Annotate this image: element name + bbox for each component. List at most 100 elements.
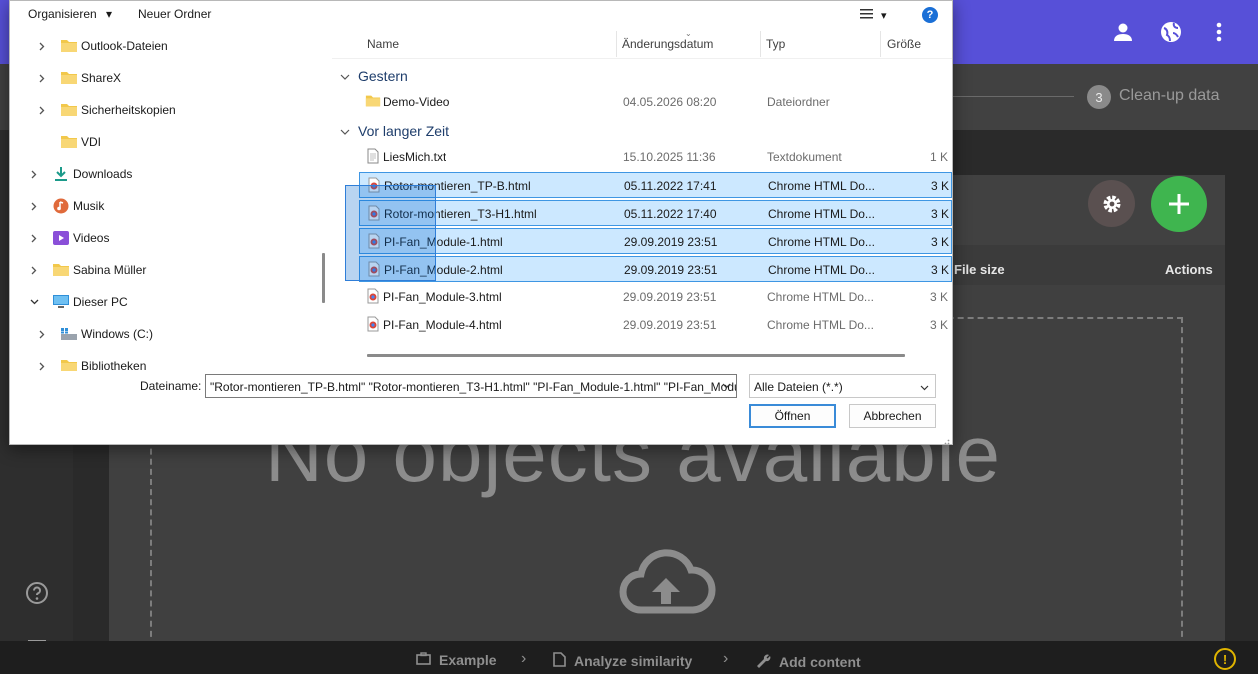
nav-item-bibliotheken[interactable]: Bibliotheken <box>10 351 310 371</box>
chevron-right-icon[interactable] <box>29 265 39 275</box>
filename-label: Dateiname: <box>140 379 202 393</box>
file-size: 1 K <box>930 150 949 164</box>
group-label: Vor langer Zeit <box>358 123 450 139</box>
file-modified: 15.10.2025 11:36 <box>623 150 716 164</box>
chevron-down-icon: ▾ <box>881 9 887 22</box>
file-modified: 29.09.2019 23:51 <box>624 235 718 249</box>
file-size: 3 K <box>930 318 949 332</box>
chevron-right-icon[interactable] <box>37 73 47 83</box>
horizontal-scrollbar[interactable] <box>367 354 905 357</box>
file-type: Chrome HTML Do... <box>768 207 875 221</box>
file-list-header: Name Änderungsdatum ⌄ Typ Größe <box>332 29 952 59</box>
file-row-pi-fan-1[interactable]: PI-Fan_Module-1.html 29.09.2019 23:51 Ch… <box>359 228 952 254</box>
folder-icon <box>60 70 78 86</box>
breadcrumb-chevron-icon: › <box>521 650 527 667</box>
account-icon[interactable] <box>1108 17 1138 47</box>
group-label: Gestern <box>358 68 408 84</box>
nav-item-label: Musik <box>73 199 105 213</box>
breadcrumb-analyze[interactable]: Analyze similarity <box>553 652 692 670</box>
column-divider[interactable] <box>760 31 761 57</box>
file-type: Chrome HTML Do... <box>768 179 875 193</box>
chevron-right-icon[interactable] <box>37 41 47 51</box>
chrome-file-icon <box>365 316 381 332</box>
group-header-gestern[interactable]: Gestern <box>340 68 408 84</box>
cancel-button[interactable]: Abbrechen <box>849 404 936 428</box>
language-globe-icon[interactable] <box>1156 17 1186 47</box>
file-row-pi-fan-2[interactable]: PI-Fan_Module-2.html 29.09.2019 23:51 Ch… <box>359 256 952 282</box>
file-name: PI-Fan_Module-4.html <box>383 318 502 332</box>
step-3-badge[interactable]: 3 <box>1087 85 1111 109</box>
file-row-liesmich[interactable]: LiesMich.txt 15.10.2025 11:36 Textdokume… <box>359 144 952 170</box>
view-options-menu[interactable]: ▾ <box>860 6 900 24</box>
chevron-right-icon[interactable] <box>37 105 47 115</box>
chevron-right-icon[interactable] <box>29 169 39 179</box>
nav-item-sicherheitskopien[interactable]: Sicherheitskopien <box>10 95 310 125</box>
breadcrumb-example[interactable]: Example <box>416 652 497 668</box>
file-type: Textdokument <box>767 150 842 164</box>
chevron-right-icon[interactable] <box>37 361 47 371</box>
help-icon[interactable] <box>24 580 50 606</box>
chrome-file-icon <box>366 261 382 277</box>
computer-icon <box>52 294 70 310</box>
warning-icon[interactable]: ! <box>1214 648 1236 670</box>
new-folder-button[interactable]: Neuer Ordner <box>138 7 211 21</box>
settings-button[interactable] <box>1088 180 1135 227</box>
nav-item-sabina-mueller[interactable]: Sabina Müller <box>10 255 310 285</box>
column-type[interactable]: Typ <box>766 37 785 51</box>
nav-item-windows-c[interactable]: Windows (C:) <box>10 319 310 349</box>
music-icon <box>52 198 70 214</box>
file-type-filter-value: Alle Dateien (*.*) <box>754 380 843 394</box>
file-type: Chrome HTML Do... <box>767 290 874 304</box>
chevron-right-icon[interactable] <box>29 233 39 243</box>
column-actions: Actions <box>1165 262 1213 277</box>
nav-item-dieser-pc[interactable]: Dieser PC <box>10 287 310 317</box>
organize-menu[interactable]: Organisieren ▾ <box>28 7 112 21</box>
file-name: PI-Fan_Module-3.html <box>383 290 502 304</box>
more-vert-icon[interactable] <box>1204 17 1234 47</box>
nav-item-downloads[interactable]: Downloads <box>10 159 310 189</box>
file-type-filter[interactable]: Alle Dateien (*.*) <box>749 374 936 398</box>
group-header-vor-langer-zeit[interactable]: Vor langer Zeit <box>340 123 449 139</box>
filename-value: "Rotor-montieren_TP-B.html" "Rotor-monti… <box>210 380 737 394</box>
nav-scrollbar[interactable] <box>322 253 325 303</box>
wrench-icon <box>755 652 771 671</box>
column-file-size[interactable]: File size <box>954 262 1005 277</box>
step-3-label[interactable]: Clean-up data <box>1119 87 1220 105</box>
column-name[interactable]: Name <box>367 37 399 51</box>
dialog-toolbar: Organisieren ▾ Neuer Ordner ▾ ? <box>10 1 952 29</box>
open-button[interactable]: Öffnen <box>749 404 836 428</box>
nav-item-vdi[interactable]: VDI <box>10 127 310 157</box>
column-divider[interactable] <box>880 31 881 57</box>
file-row-rotor-tp-b[interactable]: Rotor-montieren_TP-B.html 05.11.2022 17:… <box>359 172 952 198</box>
resize-grip-icon[interactable] <box>942 434 950 445</box>
file-size: 3 K <box>930 290 949 304</box>
file-name: PI-Fan_Module-1.html <box>384 235 503 249</box>
chevron-right-icon[interactable] <box>37 329 47 339</box>
file-size: 3 K <box>931 263 950 277</box>
column-size[interactable]: Größe <box>887 37 921 51</box>
add-object-button[interactable] <box>1151 176 1207 232</box>
nav-item-videos[interactable]: Videos <box>10 223 310 253</box>
file-row-demo-video[interactable]: Demo-Video 04.05.2026 08:20 Dateiordner <box>359 89 952 115</box>
chevron-down-icon[interactable] <box>719 379 733 393</box>
nav-item-outlook-dateien[interactable]: Outlook-Dateien <box>10 31 310 61</box>
file-list[interactable]: Name Änderungsdatum ⌄ Typ Größe Gestern … <box>332 29 952 371</box>
column-divider[interactable] <box>616 31 617 57</box>
chevron-right-icon[interactable] <box>29 201 39 211</box>
filename-input[interactable]: "Rotor-montieren_TP-B.html" "Rotor-monti… <box>205 374 737 398</box>
navigation-pane[interactable]: Outlook-Dateien ShareX Sicherheitskopien… <box>10 31 323 371</box>
chrome-file-icon <box>365 288 381 304</box>
breadcrumb-add-content[interactable]: Add content <box>755 652 861 671</box>
nav-item-musik[interactable]: Musik <box>10 191 310 221</box>
chevron-down-icon[interactable] <box>29 297 39 307</box>
nav-item-sharex[interactable]: ShareX <box>10 63 310 93</box>
file-row-pi-fan-3[interactable]: PI-Fan_Module-3.html 29.09.2019 23:51 Ch… <box>359 284 952 310</box>
help-button[interactable]: ? <box>922 7 938 23</box>
column-modified[interactable]: Änderungsdatum <box>622 37 713 51</box>
file-name: Rotor-montieren_TP-B.html <box>384 179 531 193</box>
folder-icon <box>60 358 78 371</box>
file-row-pi-fan-4[interactable]: PI-Fan_Module-4.html 29.09.2019 23:51 Ch… <box>359 312 952 338</box>
folder-icon <box>60 102 78 118</box>
text-file-icon <box>365 148 381 164</box>
file-row-rotor-t3-h1[interactable]: Rotor-montieren_T3-H1.html 05.11.2022 17… <box>359 200 952 226</box>
